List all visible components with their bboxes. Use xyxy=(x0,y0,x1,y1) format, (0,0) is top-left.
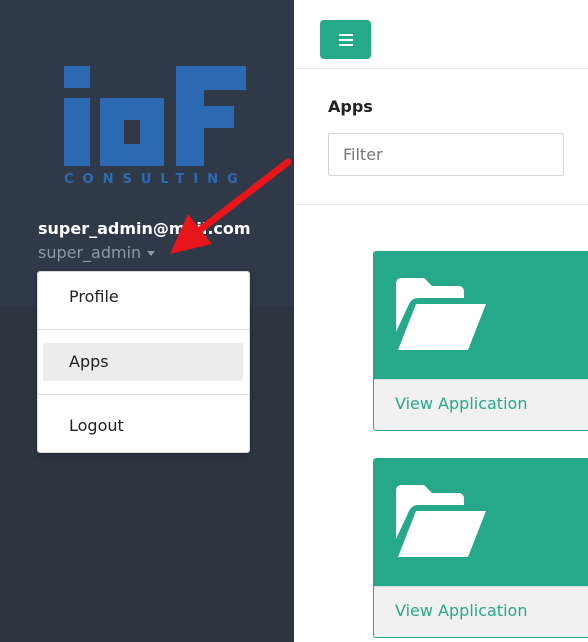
app-card: View Application xyxy=(373,251,588,431)
menu-divider xyxy=(38,394,249,395)
view-application-link[interactable]: View Application xyxy=(395,601,527,620)
app-card-header xyxy=(374,252,588,379)
hamburger-icon xyxy=(339,34,353,36)
app-card-footer: View Application xyxy=(374,586,588,637)
section-divider xyxy=(296,204,588,205)
menu-divider xyxy=(38,329,249,330)
username-label: super_admin xyxy=(38,243,142,262)
hamburger-menu-button[interactable] xyxy=(320,20,371,59)
menu-item-profile[interactable]: Profile xyxy=(43,278,243,316)
folder-open-icon xyxy=(396,278,486,350)
user-menu-toggle[interactable]: super_admin xyxy=(38,243,156,262)
menu-item-apps[interactable]: Apps xyxy=(43,343,243,381)
user-dropdown-menu: Profile Apps Logout xyxy=(37,271,250,453)
hamburger-icon-bar xyxy=(339,44,353,46)
app-card-header xyxy=(374,459,588,586)
folder-open-icon xyxy=(396,485,486,557)
sidebar: CONSULTING super_admin@mail.com super_ad… xyxy=(0,0,294,642)
view-application-link[interactable]: View Application xyxy=(395,394,527,413)
header-divider xyxy=(296,68,588,69)
logo-tagline: CONSULTING xyxy=(64,172,247,187)
menu-item-logout[interactable]: Logout xyxy=(43,407,243,445)
apps-section-title: Apps xyxy=(328,97,373,116)
caret-down-icon xyxy=(147,251,156,256)
filter-input[interactable] xyxy=(328,133,564,176)
app-card: View Application xyxy=(373,458,588,638)
app-card-footer: View Application xyxy=(374,379,588,430)
hamburger-icon-bar xyxy=(339,39,353,41)
user-email: super_admin@mail.com xyxy=(38,219,251,238)
